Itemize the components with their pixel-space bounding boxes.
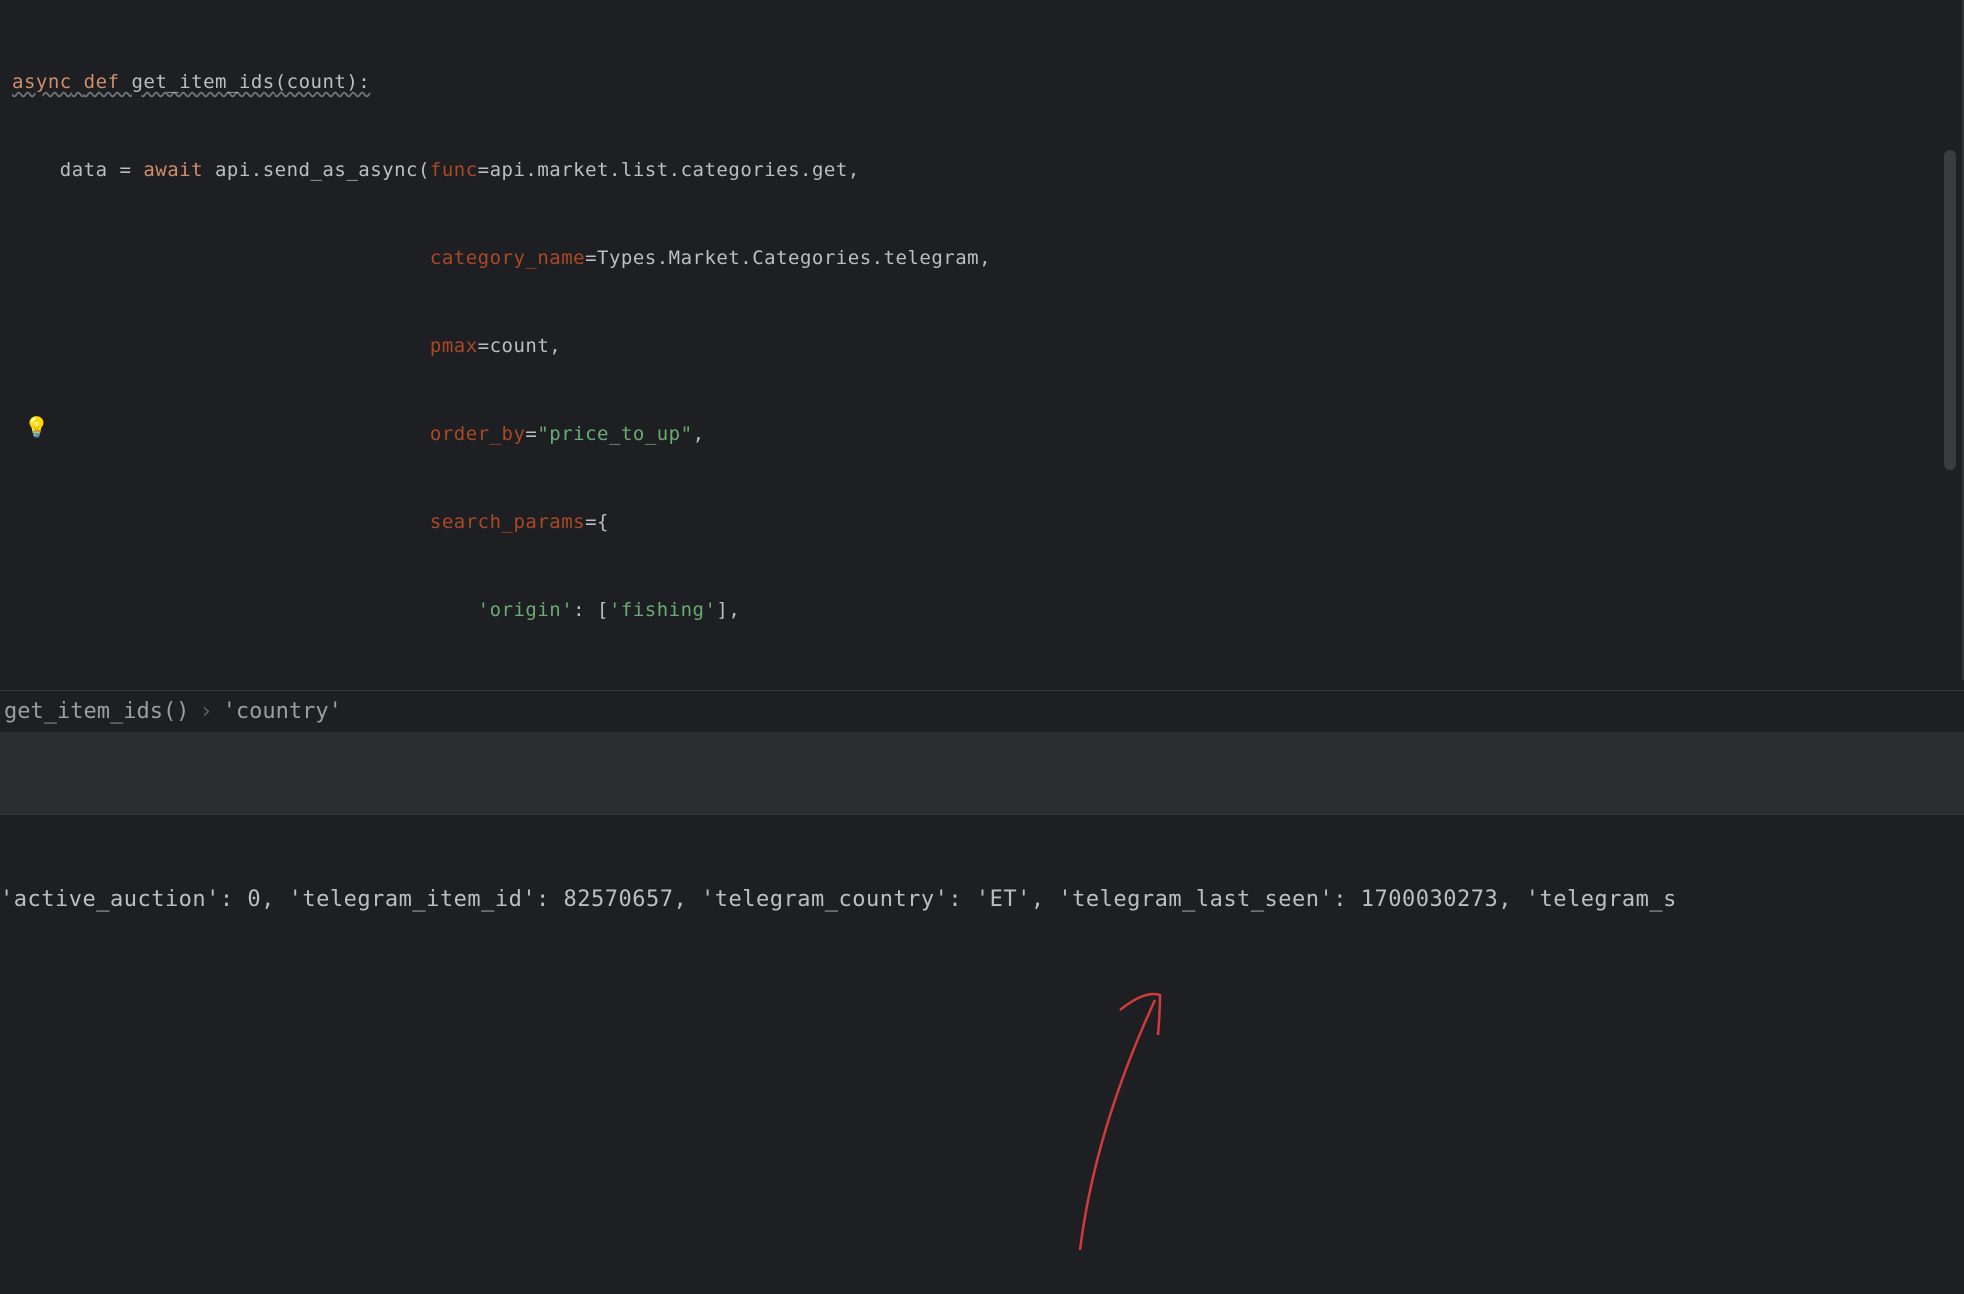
param-pmax: pmax — [430, 335, 478, 357]
keyword-async: async — [12, 71, 72, 93]
code-line[interactable]: 'origin': ['fishing'], — [12, 588, 1925, 632]
code-editor-pane[interactable]: 💡 async def get_item_ids(count): data = … — [0, 0, 1964, 680]
param-category-name: category_name — [430, 247, 585, 269]
function-name: get_item_ids — [131, 71, 274, 93]
param-search-params: search_params — [430, 511, 585, 533]
breadcrumb-bar[interactable]: get_item_ids() › 'country' — [0, 690, 1964, 732]
console-pane[interactable]: 'active_auction': 0, 'telegram_item_id':… — [0, 814, 1964, 1294]
code-lines[interactable]: async def get_item_ids(count): data = aw… — [12, 16, 1925, 680]
keyword-await: await — [143, 159, 203, 181]
code-line[interactable]: pmax=count, — [12, 324, 1925, 368]
param-order-by: order_by — [430, 423, 526, 445]
code-line[interactable]: category_name=Types.Market.Categories.te… — [12, 236, 1925, 280]
code-line[interactable]: 'spam': 'no', — [12, 676, 1925, 680]
code-text: (count): — [275, 71, 371, 93]
code-line[interactable]: async def get_item_ids(count): — [12, 60, 1925, 104]
breadcrumb-item[interactable]: get_item_ids() — [4, 699, 189, 724]
vertical-scrollbar[interactable] — [1944, 150, 1956, 470]
keyword-def: def — [84, 71, 120, 93]
code-line[interactable]: order_by="price_to_up", — [12, 412, 1925, 456]
code-area[interactable]: 💡 async def get_item_ids(count): data = … — [0, 0, 1940, 680]
toolbar-spacer — [0, 732, 1964, 814]
console-output-line[interactable]: 'active_auction': 0, 'telegram_item_id':… — [0, 887, 1677, 912]
code-line[interactable]: data = await api.send_as_async(func=api.… — [12, 148, 1925, 192]
param-func: func — [430, 159, 478, 181]
string-literal: "price_to_up" — [537, 423, 692, 445]
chevron-right-icon: › — [199, 699, 212, 724]
code-line[interactable]: search_params={ — [12, 500, 1925, 544]
breadcrumb-item[interactable]: 'country' — [223, 699, 342, 724]
